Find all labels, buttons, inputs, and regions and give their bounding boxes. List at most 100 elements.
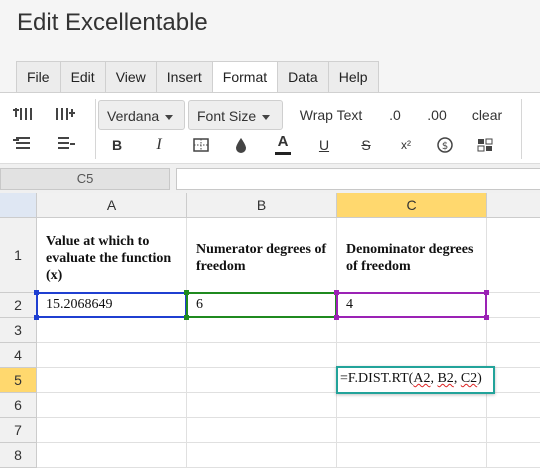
font-size-value: Font Size — [197, 108, 257, 124]
cell-d1[interactable] — [487, 218, 540, 293]
cell-a1[interactable]: Value at which to evaluate the function … — [37, 218, 187, 293]
font-family-dropdown[interactable]: Verdana — [98, 100, 185, 130]
cell-b5[interactable] — [187, 368, 337, 393]
cell-d2[interactable] — [487, 293, 540, 318]
resize-handle[interactable] — [484, 315, 489, 320]
resize-handle[interactable] — [334, 290, 339, 295]
formula-bar: C5 — [0, 163, 540, 194]
cell-c6[interactable] — [337, 393, 487, 418]
tab-edit[interactable]: Edit — [59, 61, 105, 93]
row-header-8[interactable]: 8 — [0, 443, 37, 468]
cell-c3[interactable] — [337, 318, 487, 343]
strikethrough-button[interactable]: S — [355, 133, 377, 157]
cell-a7[interactable] — [37, 418, 187, 443]
cell-a8[interactable] — [37, 443, 187, 468]
column-header-a[interactable]: A — [37, 193, 187, 218]
text-color-swatch — [275, 151, 291, 155]
tab-format[interactable]: Format — [211, 61, 278, 93]
resize-handle[interactable] — [184, 315, 189, 320]
cell-d3[interactable] — [487, 318, 540, 343]
resize-handle[interactable] — [334, 315, 339, 320]
cell-b7[interactable] — [187, 418, 337, 443]
resize-handle[interactable] — [34, 315, 39, 320]
row-header-2[interactable]: 2 — [0, 293, 37, 318]
toolbar: Verdana Font Size Wrap Text .0 .00 clear… — [0, 92, 540, 163]
cell-c8[interactable] — [337, 443, 487, 468]
select-all-corner[interactable] — [0, 193, 37, 218]
cell-b4[interactable] — [187, 343, 337, 368]
merge-cells-icon[interactable] — [474, 133, 496, 157]
cell-c7[interactable] — [337, 418, 487, 443]
underline-button[interactable]: U — [313, 133, 335, 157]
text-color-button[interactable]: A — [271, 129, 295, 159]
cell-c1[interactable]: Denominator degrees of freedom — [337, 218, 487, 293]
formula-ref-c2: C2 — [460, 371, 478, 386]
row-header-3[interactable]: 3 — [0, 318, 37, 343]
cell-a4[interactable] — [37, 343, 187, 368]
svg-text:$: $ — [442, 141, 448, 152]
resize-handle[interactable] — [184, 290, 189, 295]
cell-editor[interactable]: =F.DIST.RT(A2, B2, C2) — [336, 366, 495, 394]
toolbar-separator — [95, 99, 96, 159]
column-header-c[interactable]: C — [337, 193, 487, 218]
italic-button[interactable]: I — [148, 133, 170, 157]
formula-ref-b2: B2 — [437, 371, 454, 386]
column-header-empty[interactable] — [487, 193, 540, 218]
row-header-4[interactable]: 4 — [0, 343, 37, 368]
tab-insert[interactable]: Insert — [155, 61, 212, 93]
cell-b1[interactable]: Numerator degrees of freedom — [187, 218, 337, 293]
resize-handle[interactable] — [484, 290, 489, 295]
row-header-7[interactable]: 7 — [0, 418, 37, 443]
delete-column-icon[interactable] — [52, 133, 78, 155]
formula-input[interactable] — [176, 168, 540, 190]
cell-b6[interactable] — [187, 393, 337, 418]
text-color-label: A — [277, 132, 289, 150]
tab-data[interactable]: Data — [277, 61, 328, 93]
cell-a2[interactable]: 15.2068649 — [37, 293, 187, 318]
app-title: Edit Excellentable — [17, 9, 208, 36]
tab-view[interactable]: View — [104, 61, 156, 93]
cell-a3[interactable] — [37, 318, 187, 343]
menu-tabs: File Edit View Insert Format Data Help — [16, 61, 379, 93]
superscript-button[interactable]: x² — [395, 133, 417, 157]
cell-reference-box[interactable]: C5 — [0, 168, 170, 190]
cell-c2[interactable]: 4 — [337, 293, 487, 318]
row-header-5[interactable]: 5 — [0, 368, 37, 393]
formula-ref-a2: A2 — [413, 371, 431, 386]
cell-d7[interactable] — [487, 418, 540, 443]
formula-prefix: =F.DIST.RT( — [340, 371, 414, 386]
resize-handle[interactable] — [34, 290, 39, 295]
row-header-1[interactable]: 1 — [0, 218, 37, 293]
font-family-value: Verdana — [107, 108, 160, 124]
row-header-6[interactable]: 6 — [0, 393, 37, 418]
clear-button[interactable]: clear — [466, 101, 508, 129]
delete-row-icon[interactable] — [10, 133, 36, 155]
formula-separator: , — [453, 371, 461, 386]
toolbar-separator — [521, 99, 522, 159]
cell-a6[interactable] — [37, 393, 187, 418]
cell-c4[interactable] — [337, 343, 487, 368]
formula-suffix: ) — [477, 371, 482, 386]
cell-b2[interactable]: 6 — [187, 293, 337, 318]
insert-row-above-icon[interactable] — [10, 103, 36, 125]
insert-column-right-icon[interactable] — [52, 103, 78, 125]
currency-icon[interactable]: $ — [434, 133, 456, 157]
bold-button[interactable]: B — [106, 133, 128, 157]
borders-icon[interactable] — [190, 133, 212, 157]
cell-a5[interactable] — [37, 368, 187, 393]
cell-b3[interactable] — [187, 318, 337, 343]
spreadsheet-grid: A B C 1 2 3 4 5 6 7 8 Value at which to … — [0, 193, 540, 468]
tab-file[interactable]: File — [16, 61, 60, 93]
increase-decimal-button[interactable]: .00 — [421, 101, 453, 129]
tab-help[interactable]: Help — [327, 61, 379, 93]
column-header-b[interactable]: B — [187, 193, 337, 218]
cell-d6[interactable] — [487, 393, 540, 418]
decrease-decimal-button[interactable]: .0 — [381, 101, 409, 129]
cell-d8[interactable] — [487, 443, 540, 468]
cell-d4[interactable] — [487, 343, 540, 368]
font-size-dropdown[interactable]: Font Size — [188, 100, 283, 130]
fill-color-icon[interactable] — [230, 133, 252, 157]
cell-b8[interactable] — [187, 443, 337, 468]
chevron-down-icon — [262, 114, 271, 120]
wrap-text-button[interactable]: Wrap Text — [291, 101, 371, 129]
